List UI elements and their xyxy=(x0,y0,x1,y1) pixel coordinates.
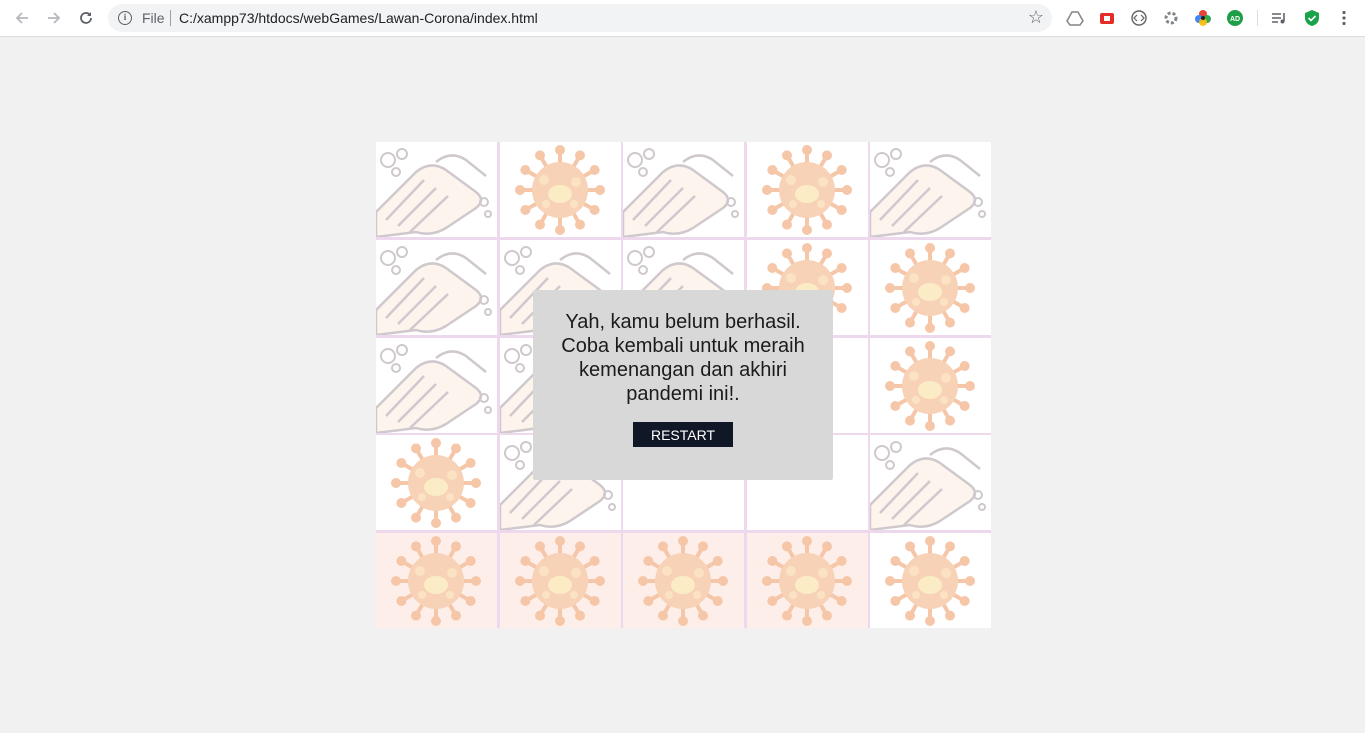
virus-icon xyxy=(514,145,605,235)
back-button[interactable] xyxy=(10,6,34,30)
forward-button[interactable] xyxy=(42,6,66,30)
hand-washing-icon xyxy=(376,148,492,237)
svg-text:AD: AD xyxy=(1230,16,1240,23)
board-tile[interactable] xyxy=(870,533,991,628)
virus-icon xyxy=(761,145,852,235)
board-tile[interactable] xyxy=(870,337,991,433)
board-tile[interactable] xyxy=(499,142,621,237)
virus-icon xyxy=(885,242,975,333)
address-divider xyxy=(170,10,171,26)
hand-washing-icon xyxy=(870,148,986,237)
game-over-message: Yah, kamu belum berhasil. Coba kembali u… xyxy=(561,311,805,405)
hand-washing-icon xyxy=(376,245,492,335)
drive-icon[interactable] xyxy=(1066,9,1084,27)
menu-icon[interactable] xyxy=(1335,9,1353,27)
scheme-label: File xyxy=(142,10,165,26)
board-tile[interactable] xyxy=(623,533,744,628)
board-tile[interactable] xyxy=(623,142,744,237)
virus-icon xyxy=(761,536,852,626)
virus-icon xyxy=(638,536,728,626)
board-tile[interactable] xyxy=(376,533,497,628)
arrow-left-icon xyxy=(15,12,28,24)
hand-washing-icon xyxy=(376,343,492,433)
board-tile[interactable] xyxy=(499,533,621,628)
color-wheel-icon[interactable] xyxy=(1194,9,1212,27)
reload-icon xyxy=(80,12,92,24)
board-tile[interactable] xyxy=(376,239,497,335)
board-tile[interactable] xyxy=(870,239,991,335)
bookmark-star-icon[interactable]: ☆ xyxy=(1028,7,1044,28)
gear-icon[interactable] xyxy=(1162,9,1180,27)
restart-button[interactable]: RESTART xyxy=(633,422,733,447)
virus-icon xyxy=(391,438,481,529)
code-icon[interactable] xyxy=(1130,9,1148,27)
board-tile[interactable] xyxy=(870,142,991,237)
adguard-icon[interactable]: AD xyxy=(1226,9,1244,27)
arrow-right-icon xyxy=(48,12,61,24)
board-tile[interactable] xyxy=(746,533,868,628)
virus-icon xyxy=(885,340,975,431)
board-tile[interactable] xyxy=(746,142,868,237)
url-text[interactable]: C:/xampp73/htdocs/webGames/Lawan-Corona/… xyxy=(179,10,538,26)
board-tile[interactable] xyxy=(870,435,991,531)
virus-icon xyxy=(391,536,481,626)
browser-toolbar: i File C:/xampp73/htdocs/webGames/Lawan-… xyxy=(0,0,1365,37)
board-tile[interactable] xyxy=(376,337,497,433)
board-tile[interactable] xyxy=(376,435,497,531)
board-tile[interactable] xyxy=(376,142,497,237)
reload-button[interactable] xyxy=(74,6,98,30)
virus-icon xyxy=(514,536,605,626)
address-bar[interactable]: i File C:/xampp73/htdocs/webGames/Lawan-… xyxy=(108,4,1052,32)
hand-washing-icon xyxy=(623,148,739,237)
virus-icon xyxy=(885,536,975,626)
shield-icon[interactable] xyxy=(1303,9,1321,27)
hand-washing-icon xyxy=(870,441,986,531)
save-icon[interactable] xyxy=(1098,9,1116,27)
info-icon[interactable]: i xyxy=(118,11,132,25)
game-over-dialog: Yah, kamu belum berhasil. Coba kembali u… xyxy=(533,290,833,480)
media-icon[interactable] xyxy=(1270,9,1288,27)
toolbar-divider xyxy=(1257,10,1258,26)
